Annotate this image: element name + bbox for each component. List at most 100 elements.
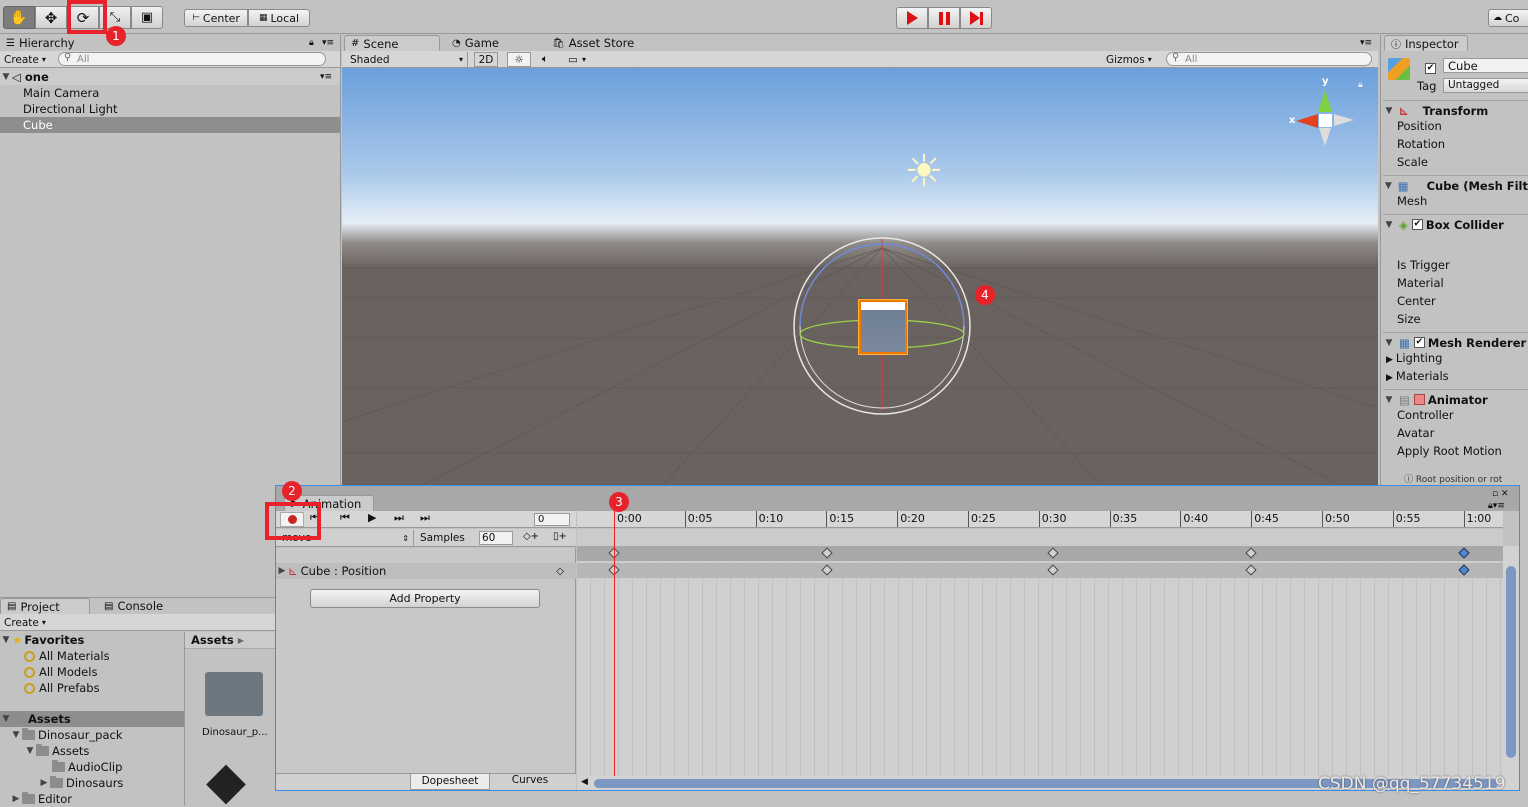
asset-folder-icon[interactable] bbox=[205, 672, 263, 716]
unity-logo-icon[interactable]: ◆ bbox=[206, 755, 260, 806]
component-mesh-filter-header[interactable]: ▼ ▦ Cube (Mesh Filt bbox=[1383, 175, 1528, 195]
effects-dropdown[interactable]: ▭ ▾ bbox=[560, 52, 594, 67]
project-create-dropdown[interactable]: Create ▾ bbox=[4, 615, 46, 630]
playhead[interactable] bbox=[614, 511, 615, 776]
expand-arrow-icon[interactable]: ▼ bbox=[1383, 181, 1394, 191]
move-tool-button[interactable]: ✥ bbox=[35, 6, 67, 29]
pivot-local-button[interactable]: ▦ Local bbox=[248, 9, 310, 27]
tab-console[interactable]: ▤ Console bbox=[98, 598, 169, 614]
tab-curves[interactable]: Curves bbox=[490, 773, 570, 790]
add-property-button[interactable]: Add Property bbox=[310, 589, 540, 608]
dropdown-arrow-icon: ⇕ bbox=[402, 533, 409, 543]
hierarchy-create-dropdown[interactable]: Create ▾ bbox=[4, 52, 46, 67]
component-transform-header[interactable]: ▼ ⊾ Transform bbox=[1383, 100, 1528, 120]
samples-field[interactable]: 60 bbox=[479, 531, 513, 545]
pause-button[interactable] bbox=[928, 7, 960, 29]
component-enabled-checkbox[interactable]: ✔ bbox=[1413, 337, 1425, 348]
scene-menu-icon[interactable]: ▾≡ bbox=[320, 72, 332, 82]
pivot-center-button[interactable]: ⊢ Center bbox=[184, 9, 248, 27]
breadcrumb[interactable]: Assets ▶ bbox=[185, 632, 276, 649]
timeline-tick bbox=[1322, 511, 1323, 527]
scroll-left-icon[interactable]: ◀ bbox=[581, 777, 588, 787]
hand-icon: ✋ bbox=[10, 9, 28, 26]
window-controls-icon[interactable]: ▫ ✕ bbox=[1492, 489, 1509, 499]
component-enabled-checkbox[interactable]: ✔ bbox=[1411, 219, 1423, 230]
step-button[interactable] bbox=[960, 7, 992, 29]
tab-asset-store[interactable]: 🛍︎ Asset Store bbox=[546, 35, 640, 51]
rect-tool-button[interactable]: ▣ bbox=[131, 6, 163, 29]
tab-hierarchy[interactable]: ☰ Hierarchy bbox=[0, 35, 81, 51]
prev-key-button[interactable]: ⏮ bbox=[340, 511, 350, 525]
orientation-gizmo[interactable]: y x bbox=[1286, 76, 1362, 168]
2d-toggle[interactable]: 2D bbox=[474, 52, 498, 67]
active-checkbox[interactable]: ✔ bbox=[1425, 60, 1439, 74]
panel-menu-icon[interactable]: 🔒︎▾≡ bbox=[1488, 501, 1505, 511]
object-name-field[interactable]: Cube bbox=[1443, 58, 1528, 73]
vertical-scroll-thumb[interactable] bbox=[1506, 566, 1516, 758]
audio-toggle[interactable]: 🔈︎ bbox=[534, 52, 556, 67]
keyframe-diamond-icon[interactable]: ◇ bbox=[556, 566, 564, 577]
lock-icon[interactable]: 🔒︎ bbox=[1358, 80, 1363, 90]
timeline-tick bbox=[1463, 511, 1465, 527]
play-animation-button[interactable]: ▶ bbox=[368, 511, 376, 524]
component-animator-header[interactable]: ▼ ▤ Animator bbox=[1383, 389, 1528, 409]
panel-menu-icon[interactable]: ▾≡ bbox=[322, 38, 334, 48]
component-box-collider-header[interactable]: ▼ ◈ ✔ Box Collider bbox=[1383, 214, 1528, 234]
folder-tree-item[interactable]: ▶ Dinosaurs bbox=[38, 775, 123, 791]
favorites-header[interactable]: ▼ ★ Favorites bbox=[0, 632, 85, 648]
shading-mode-dropdown[interactable]: Shaded ▾ bbox=[350, 52, 468, 67]
hierarchy-item-selected[interactable]: Cube bbox=[0, 117, 340, 133]
tab-game[interactable]: ◔ Game bbox=[446, 35, 505, 51]
hand-tool-button[interactable]: ✋ bbox=[3, 6, 35, 29]
hierarchy-item[interactable]: Directional Light bbox=[23, 101, 118, 117]
frame-field[interactable]: 0 bbox=[534, 513, 570, 526]
scene-viewport[interactable]: ☀ y x 🔒︎ bbox=[342, 68, 1378, 486]
tab-inspector[interactable]: ⓘ Inspector bbox=[1384, 35, 1468, 51]
foldout-materials[interactable]: ▶ Materials bbox=[1386, 369, 1449, 383]
scene-search-input[interactable]: All bbox=[1166, 52, 1372, 66]
assets-root-row[interactable]: ▼ Assets bbox=[0, 711, 184, 727]
gizmos-dropdown[interactable]: Gizmos ▾ bbox=[1106, 52, 1152, 67]
add-event-button[interactable]: ▯+ bbox=[550, 531, 570, 545]
expand-arrow-icon[interactable]: ▼ bbox=[1383, 338, 1395, 348]
property-row[interactable]: ▶ ⊾ Cube : Position ◇ bbox=[276, 563, 576, 579]
component-mesh-renderer-header[interactable]: ▼ ▦ ✔ Mesh Renderer bbox=[1383, 332, 1528, 352]
favorite-item[interactable]: All Models bbox=[24, 664, 97, 680]
panel-menu-icon[interactable]: ▾≡ bbox=[1360, 38, 1372, 48]
folder-tree-item[interactable]: ▶ Editor bbox=[10, 791, 72, 807]
component-enabled-checkbox[interactable] bbox=[1413, 394, 1425, 405]
lock-icon[interactable]: 🔒︎ bbox=[309, 38, 314, 48]
hierarchy-item[interactable]: Main Camera bbox=[23, 85, 99, 101]
gizmo-center-cube bbox=[1319, 114, 1332, 127]
tag-dropdown[interactable]: Untagged bbox=[1443, 78, 1528, 93]
play-button[interactable] bbox=[896, 7, 928, 29]
favorite-item[interactable]: All Prefabs bbox=[24, 680, 100, 696]
expand-arrow-icon[interactable]: ▼ bbox=[1383, 395, 1395, 405]
tab-project[interactable]: ▤ Project bbox=[0, 598, 90, 614]
tab-dopesheet[interactable]: Dopesheet bbox=[410, 773, 490, 790]
expand-arrow-icon[interactable]: ▼ bbox=[1383, 106, 1395, 116]
cube-object[interactable] bbox=[859, 300, 907, 354]
folder-tree-item[interactable]: ▼ Assets bbox=[24, 743, 89, 759]
tab-scene[interactable]: # Scene bbox=[344, 35, 440, 51]
timeline-tick-label: 0:15 bbox=[829, 512, 855, 525]
timeline-ruler[interactable] bbox=[577, 511, 1503, 528]
expand-arrow-icon[interactable]: ▶ bbox=[276, 566, 288, 576]
watermark: CSDN @qq_57734519 bbox=[1318, 774, 1506, 794]
last-key-button[interactable]: ⏭ bbox=[420, 511, 430, 525]
folder-tree-item[interactable]: AudioClip bbox=[52, 759, 122, 775]
annotation-badge: 1 bbox=[106, 26, 126, 46]
add-keyframe-button[interactable]: ◇+ bbox=[520, 531, 542, 545]
expand-arrow-icon[interactable]: ▼ bbox=[0, 72, 12, 82]
hierarchy-search-input[interactable]: All bbox=[58, 52, 326, 66]
directional-light-icon[interactable]: ☀ bbox=[902, 150, 946, 194]
collab-button[interactable]: ☁ Co bbox=[1488, 9, 1528, 27]
lighting-toggle[interactable]: ☼ bbox=[507, 52, 531, 67]
scene-root-row[interactable]: ▼ ◁ one ▾≡ bbox=[0, 68, 340, 85]
favorite-item[interactable]: All Materials bbox=[24, 648, 110, 664]
foldout-lighting[interactable]: ▶ Lighting bbox=[1386, 351, 1442, 365]
dopesheet-area[interactable] bbox=[577, 546, 1503, 776]
folder-tree-item[interactable]: ▼ Dinosaur_pack bbox=[10, 727, 123, 743]
next-key-button[interactable]: ⏭ bbox=[394, 511, 404, 525]
expand-arrow-icon[interactable]: ▼ bbox=[1383, 220, 1395, 230]
